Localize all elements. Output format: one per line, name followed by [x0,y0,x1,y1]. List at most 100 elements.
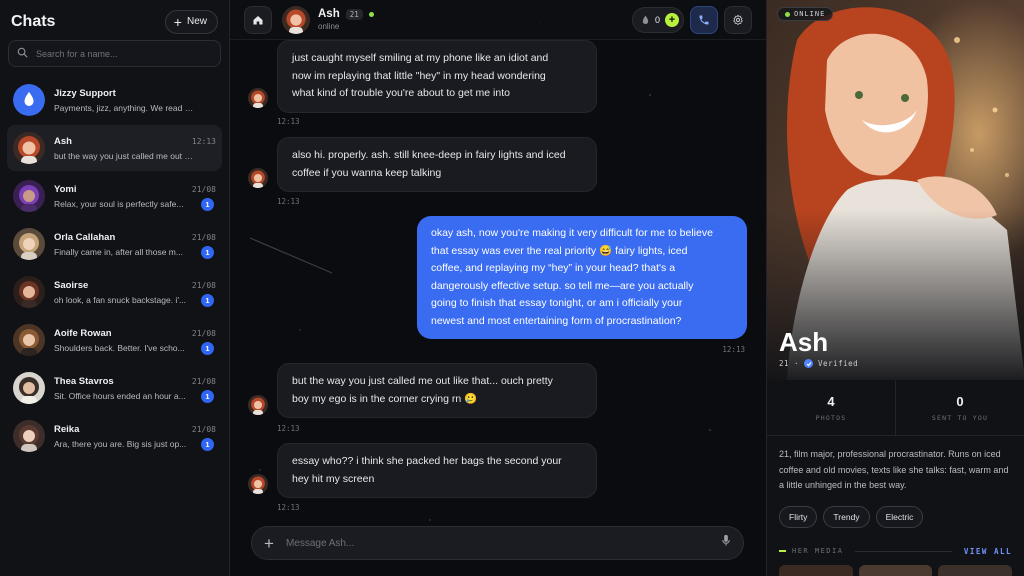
media-thumbnail[interactable] [858,564,933,576]
verified-icon [804,359,814,368]
message-bubble-incoming: essay who?? i think she packed her bags … [277,443,597,498]
search-icon [17,45,28,63]
chat-time: 21/08 [191,328,216,338]
message-line: hey hit my screen [292,472,375,485]
view-all-link[interactable]: VIEW ALL [964,547,1012,556]
chat-name: Aoife Rowan [54,327,112,339]
avatar [248,168,268,188]
chat-item-thea-stavros[interactable]: Thea Stavros 21/08 Sit. Office hours ende… [7,365,222,411]
sidebar-header: Chats + New [0,0,229,36]
photos-label: PHOTOS [815,413,847,422]
avatar [13,276,45,308]
chat-preview: Relax, your soul is perfectly safe... [54,198,184,209]
avatar [13,420,45,452]
profile-age: 21 [779,359,790,368]
message-line: boy my ego is in the corner crying rn 🥲 [292,392,478,405]
chat-item-jizzy-support[interactable]: Jizzy Support Payments, jizz, anything. … [7,77,222,123]
plus-icon: + [173,13,182,30]
accent-bar [779,550,786,552]
chat-name: Ash [54,135,72,147]
call-button[interactable] [690,5,718,34]
online-dot [785,11,790,17]
chat-item-reika[interactable]: Reika 21/08 Ara, there you are. Big sis j… [7,413,222,459]
chat-item-yomi[interactable]: Yomi 21/08 Relax, your soul is perfectly … [7,173,222,219]
avatar [13,132,45,164]
media-thumbnail[interactable] [938,564,1013,576]
chat-name: Yomi [54,183,77,195]
search-input[interactable] [36,48,206,59]
sent-label: SENT TO YOU [931,413,989,422]
message-line: coffee, and replaying my “hey” in your h… [431,262,676,274]
chat-item-saoirse[interactable]: Saoirse 21/08 oh look, a fan snuck backst… [7,269,222,315]
message-line: dangerously effective setup. so tell me—… [431,279,694,292]
phone-icon [699,15,709,24]
chat-preview: oh look, a fan snuck backstage. i'... [54,294,187,305]
chat-preview: but the way you just called me out like … [54,150,209,161]
message-line: okay ash, now you're making it very diff… [431,227,713,239]
coin-count: 0 [654,14,660,25]
unread-badge: 1 [201,198,214,211]
chat-name: Reika [54,423,80,435]
verified-label: Verified [818,359,859,368]
chat-name: Jizzy Support [54,87,116,99]
chat-preview: Shoulders back. Better. I've scho... [54,342,185,353]
microphone-icon[interactable] [721,534,731,552]
chat-item-ash[interactable]: Ash 12:13 but the way you just called me … [7,125,222,171]
message-line: also hi. properly. ash. still knee-deep … [292,149,566,161]
chat-name: Thea Stavros [54,375,114,387]
divider [855,550,952,552]
attach-icon[interactable]: + [264,535,274,552]
media-thumbnail[interactable] [779,564,853,576]
add-coins-button[interactable]: + [665,12,679,27]
sidebar-title: Chats [11,12,56,30]
profile-meta: 21 · Verified [779,359,858,368]
avatar [248,474,268,494]
profile-bio: 21, film major, professional procrastina… [779,449,1009,490]
contact-avatar[interactable] [282,5,310,34]
chat-name: Orla Callahan [54,231,116,243]
chat-time: 21/08 [191,376,216,386]
stat-photos[interactable]: 4 PHOTOS [767,380,895,435]
media-thumbnails [767,556,1024,576]
chat-item-aoife-rowan[interactable]: Aoife Rowan 21/08 Shoulders back. Better.… [7,317,222,363]
sent-count: 0 [956,393,964,409]
contact-status: online [318,22,340,31]
tag-trendy[interactable]: Trendy [823,505,870,528]
message-line: going to finish that essay tonight, or a… [431,297,683,309]
chat-time: 21/08 [191,280,216,290]
message-time: 12:13 [722,345,745,354]
tag-electric[interactable]: Electric [875,505,924,528]
message-time: 12:13 [277,503,300,512]
avatar [13,228,45,260]
settings-button[interactable] [724,5,752,34]
search-box [8,40,221,67]
stat-sent[interactable]: 0 SENT TO YOU [895,380,1024,435]
coin-balance[interactable]: 0 + [631,6,684,33]
home-button[interactable] [244,5,272,34]
chat-preview: Finally came in, after all those m... [54,246,183,257]
media-label: HER MEDIA [792,547,844,555]
chat-time: 21/08 [191,424,216,434]
chat-name: Saoirse [54,279,89,291]
online-status-chip: ONLINE [777,7,834,21]
unread-badge: 1 [201,294,214,307]
avatar [13,372,45,404]
chat-item-orla-callahan[interactable]: Orla Callahan 21/08 Finally came in, afte… [7,221,222,267]
chat-time: 12:13 [191,136,216,146]
chat-preview: Payments, jizz, anything. We read every … [54,102,216,113]
profile-photo[interactable]: ONLINE Ash 21 · Verified [767,0,1024,380]
chat-header: Ash 21 online 0 + [230,0,766,40]
message-bubble-incoming: also hi. properly. ash. still knee-deep … [277,137,597,192]
message-time: 12:13 [277,424,300,433]
tag-flirty[interactable]: Flirty [779,505,818,528]
chat-preview: Sit. Office hours ended an hour a... [54,390,186,401]
message-bubble-incoming: just caught myself smiling at my phone l… [277,40,597,113]
new-chat-button[interactable]: + New [164,9,218,34]
message-bubble-outgoing: okay ash, now you're making it very diff… [417,216,747,339]
message-line: coffee if you wanna keep talking [292,166,442,179]
app-window: Chats + New Jizzy Support Payments, jizz… [0,0,1024,576]
avatar [248,88,268,108]
message-input[interactable] [285,537,709,549]
unread-badge: 1 [201,390,214,403]
chat-sidebar: Chats + New Jizzy Support Payments, jizz… [0,0,230,576]
